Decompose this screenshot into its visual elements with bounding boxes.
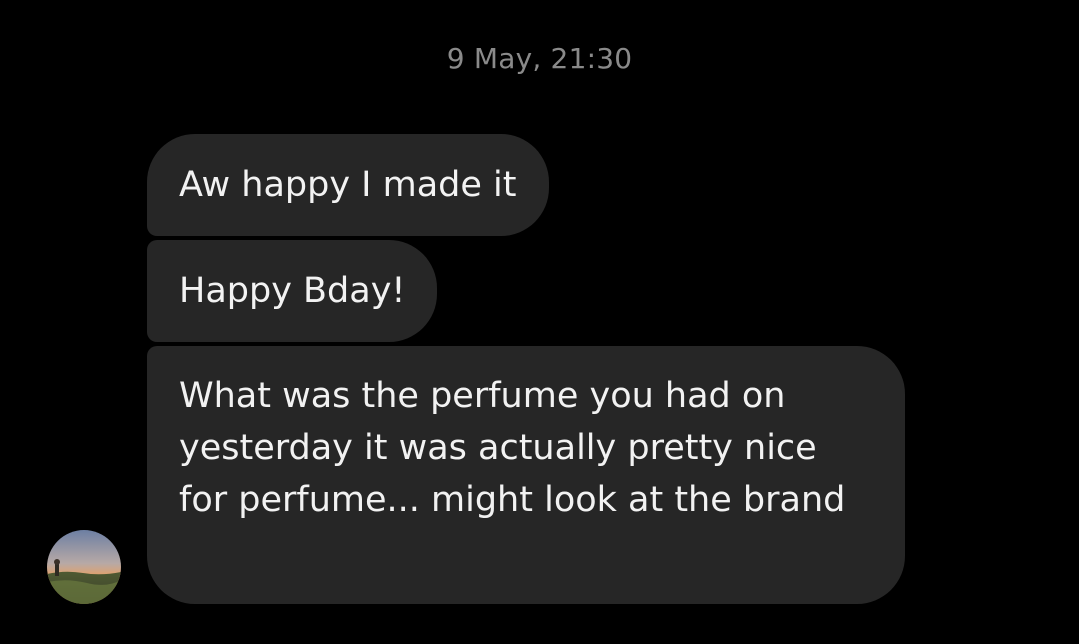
sender-avatar[interactable] bbox=[47, 530, 121, 604]
message-bubble[interactable]: Happy Bday! bbox=[147, 240, 438, 342]
message-timestamp: 9 May, 21:30 bbox=[446, 42, 633, 75]
message-bubble[interactable]: What was the perfume you had on yesterda… bbox=[147, 346, 905, 604]
message-bubble[interactable]: Aw happy I made it bbox=[147, 134, 549, 236]
avatar-photo-icon bbox=[47, 530, 121, 604]
